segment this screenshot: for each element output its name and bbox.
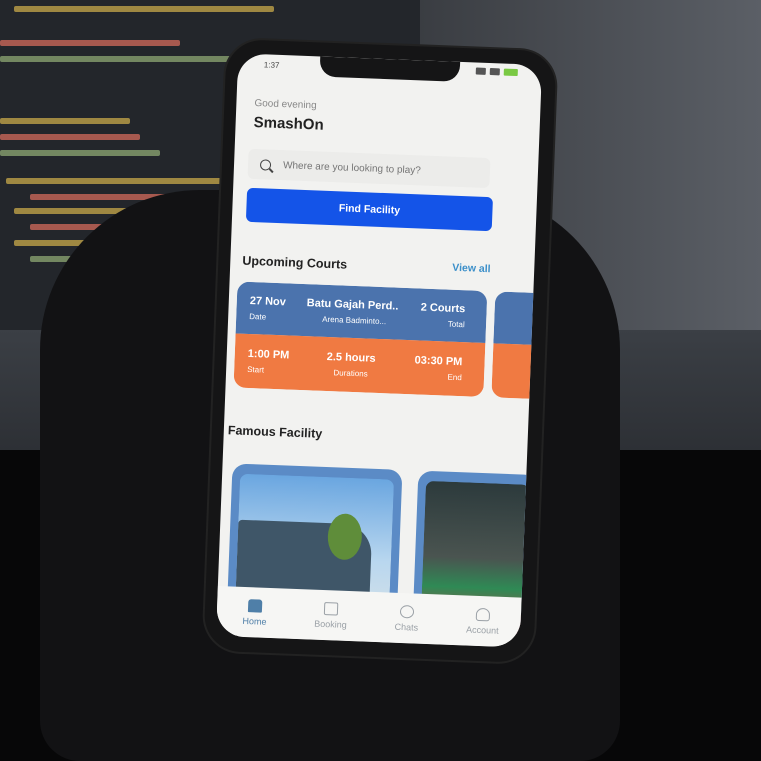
status-time: 1:37 — [263, 60, 280, 70]
date-value: 27 Nov — [249, 294, 287, 309]
upcoming-courts-title: Upcoming Courts — [242, 253, 348, 272]
nav-chats[interactable]: Chats — [376, 604, 437, 633]
find-facility-button[interactable]: Find Facility — [245, 187, 493, 232]
search-input[interactable] — [280, 158, 486, 180]
court-card-bottom: 1:00 PM Start 2.5 hours Durations 03:30 … — [233, 333, 486, 397]
app-title: SmashOn — [253, 113, 324, 134]
nav-chats-label: Chats — [394, 621, 419, 633]
start-cell: 1:00 PM Start — [247, 348, 290, 376]
view-all-link[interactable]: View all — [452, 262, 491, 275]
search-icon — [259, 158, 272, 171]
ticket-icon — [323, 601, 339, 616]
nav-booking-label: Booking — [314, 618, 347, 630]
venue-subtitle: Arena Badminto... — [322, 314, 387, 327]
phone-screen: 1:37 Good evening SmashOn Find Facility … — [215, 53, 543, 648]
end-cell: 03:30 PM End — [414, 354, 463, 383]
duration-label: Durations — [333, 368, 368, 379]
duration-value: 2.5 hours — [326, 350, 376, 365]
duration-cell: 2.5 hours Durations — [326, 351, 376, 379]
status-icons — [475, 67, 518, 77]
home-icon — [247, 598, 263, 613]
venue-value: Batu Gajah Perd.. — [306, 297, 399, 313]
start-value: 1:00 PM — [247, 347, 290, 362]
nav-account-label: Account — [465, 624, 499, 636]
end-value: 03:30 PM — [414, 354, 463, 369]
signal-icon — [475, 67, 486, 75]
user-icon — [475, 607, 491, 621]
nav-booking[interactable]: Booking — [300, 601, 361, 630]
end-label: End — [447, 372, 462, 383]
phone-device: 1:37 Good evening SmashOn Find Facility … — [203, 38, 557, 664]
venue-cell: Batu Gajah Perd.. Arena Badminto... — [306, 297, 399, 327]
court-card-top: 27 Nov Date Batu Gajah Perd.. Arena Badm… — [235, 281, 488, 344]
upcoming-court-card-next[interactable] — [491, 291, 536, 399]
courts-value: 2 Courts — [420, 301, 466, 316]
nav-home-label: Home — [242, 615, 267, 627]
battery-icon — [503, 68, 518, 77]
search-bar[interactable] — [247, 148, 491, 189]
nav-account[interactable]: Account — [452, 607, 513, 636]
greeting-text: Good evening — [254, 98, 317, 112]
courts-label: Total — [447, 319, 465, 330]
upcoming-court-card[interactable]: 27 Nov Date Batu Gajah Perd.. Arena Badm… — [233, 281, 488, 397]
date-cell: 27 Nov Date — [249, 295, 286, 322]
date-label: Date — [249, 311, 267, 322]
famous-facility-title: Famous Facility — [227, 423, 323, 441]
bottom-nav: Home Booking Chats Account — [215, 585, 522, 648]
wifi-icon — [489, 68, 500, 76]
start-label: Start — [247, 364, 265, 375]
nav-home[interactable]: Home — [224, 598, 285, 627]
phone-notch — [319, 56, 461, 82]
courts-cell: 2 Courts Total — [420, 301, 466, 330]
chat-icon — [399, 604, 415, 618]
